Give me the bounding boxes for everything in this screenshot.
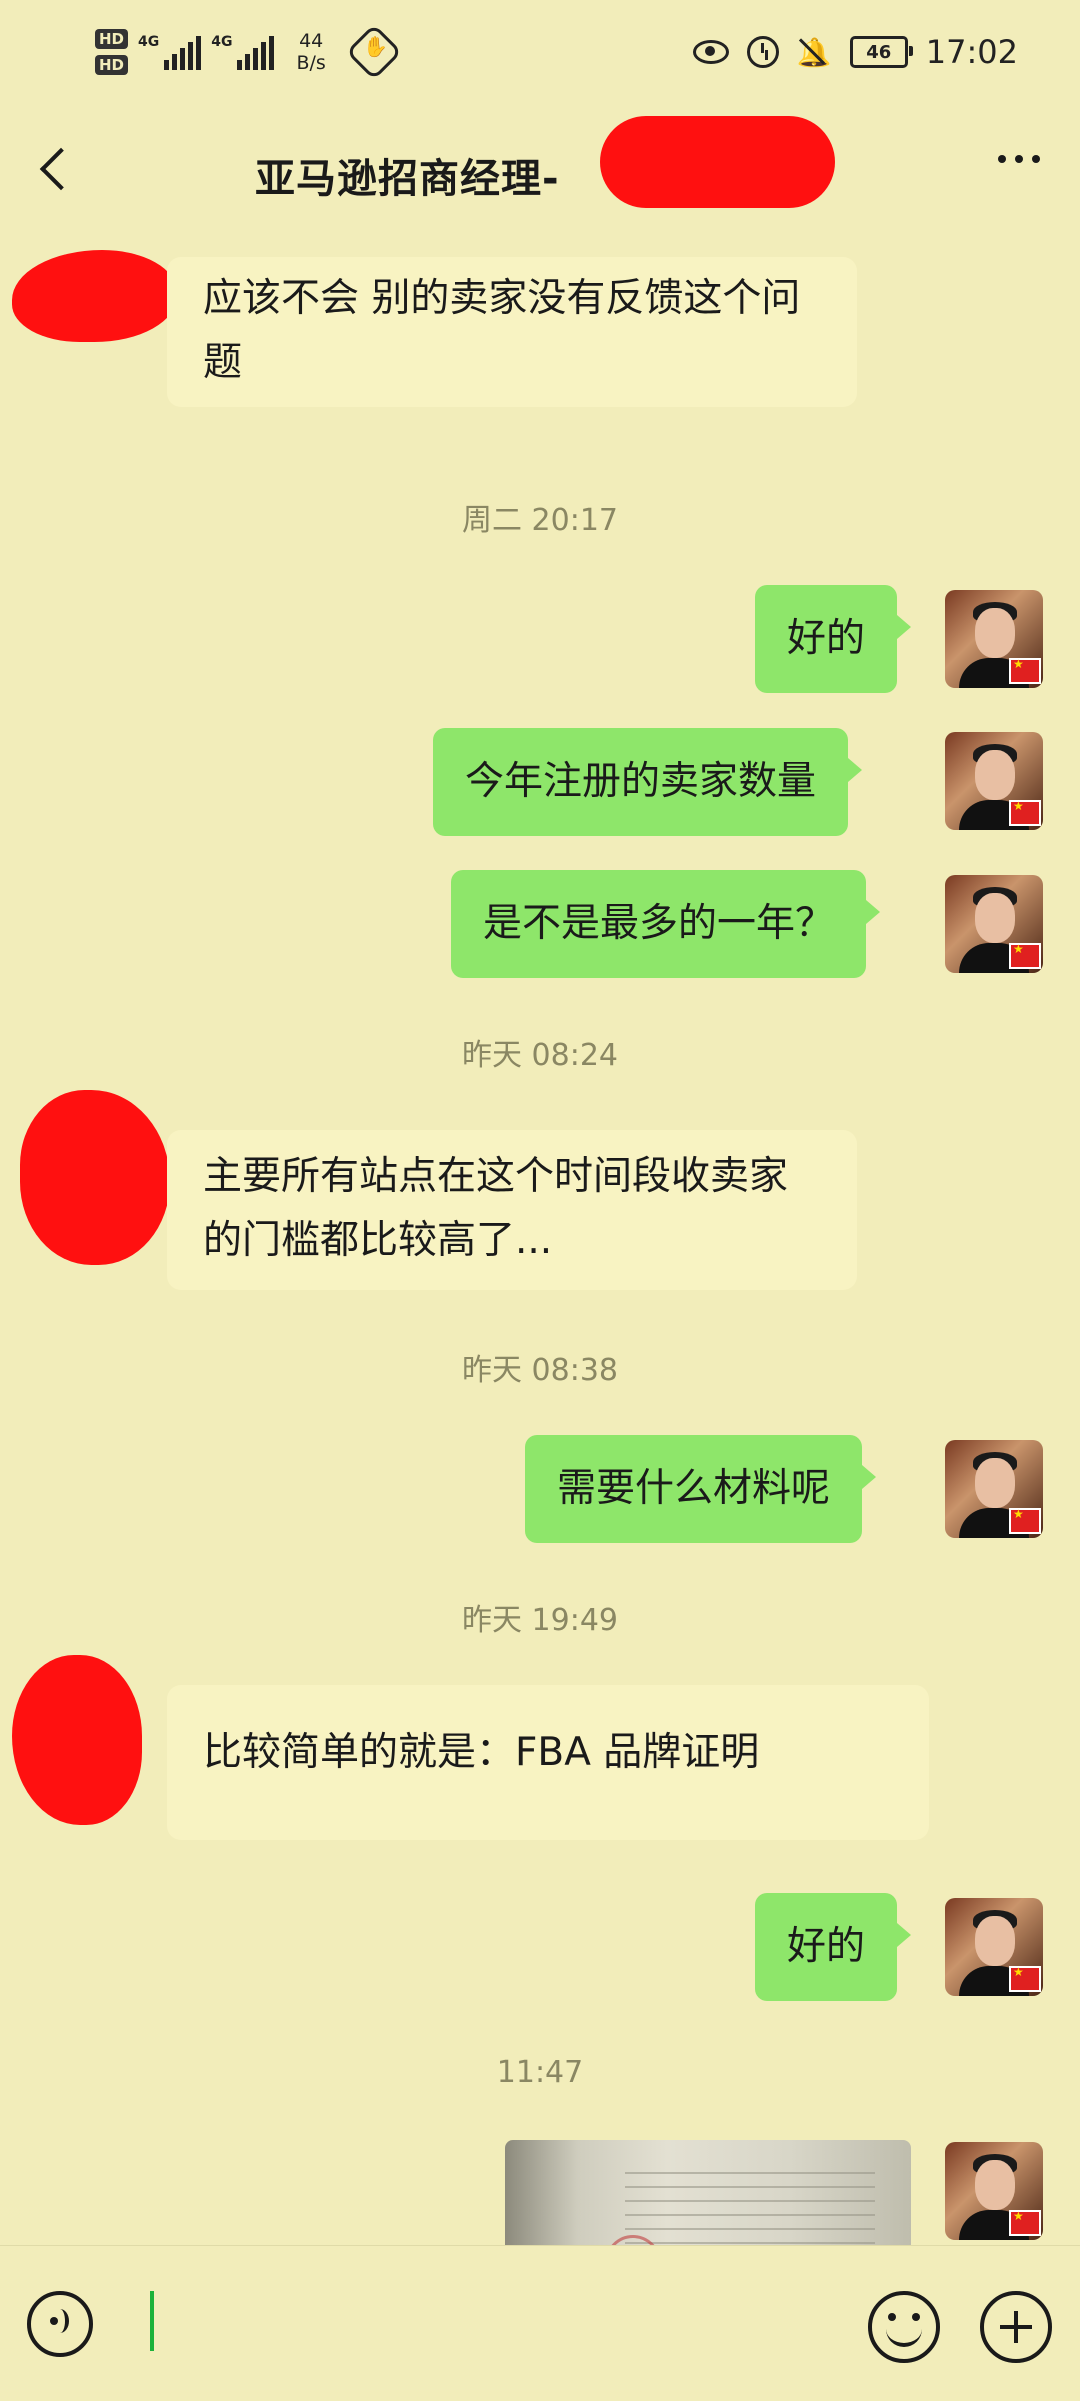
message-bubble-outgoing[interactable]: 今年注册的卖家数量 [433, 728, 863, 836]
message-text: 好的 [787, 616, 866, 661]
network-type-2: 4G [211, 34, 233, 50]
redaction-mark [600, 116, 835, 208]
message-bubble-incoming[interactable]: 应该不会 别的卖家没有反馈这个问 题 [167, 257, 857, 407]
timestamp: 昨天 19:49 [462, 1603, 618, 1638]
network-speed: 44 B/s [296, 30, 325, 74]
message-text: 是不是最多的一年？ [483, 901, 835, 946]
back-arrow-icon[interactable] [30, 140, 80, 200]
chat-title: 亚马逊招商经理- [255, 156, 560, 202]
avatar[interactable] [945, 590, 1043, 688]
avatar[interactable] [945, 1440, 1043, 1538]
timestamp: 周二 20:17 [462, 503, 618, 538]
status-bar: HD HD 4G 4G 44 B/s 🔔 46 17:02 [0, 0, 1080, 110]
avatar[interactable] [945, 1898, 1043, 1996]
message-text: 需要什么材料呢 [557, 1466, 831, 1511]
message-text: 今年注册的卖家数量 [465, 759, 817, 804]
message-bubble-outgoing[interactable]: 需要什么材料呢 [525, 1435, 877, 1543]
message-text: 的门槛都比较高了... [203, 1218, 553, 1263]
timestamp: 11:47 [496, 2055, 584, 2090]
redacted-avatar [12, 250, 177, 342]
message-text: 比较简单的就是：FBA 品牌证明 [203, 1730, 760, 1775]
status-right: 🔔 46 17:02 [692, 30, 1018, 74]
message-bubble-outgoing[interactable]: 是不是最多的一年？ [451, 870, 881, 978]
message-bubble-outgoing[interactable]: 好的 [755, 1893, 912, 2001]
more-options-icon[interactable] [998, 155, 1040, 163]
image-message[interactable] [505, 2140, 911, 2245]
message-text: 主要所有站点在这个时间段收卖家 [203, 1154, 789, 1199]
message-text: 好的 [787, 1924, 866, 1969]
message-bubble-incoming[interactable]: 主要所有站点在这个时间段收卖家 的门槛都比较高了... [167, 1130, 857, 1290]
message-input[interactable] [130, 2286, 850, 2366]
redacted-avatar [20, 1090, 170, 1265]
emoji-icon[interactable] [868, 2291, 940, 2363]
chat-header: 亚马逊招商经理- [0, 110, 1080, 230]
avatar[interactable] [945, 875, 1043, 973]
hand-stop-icon [345, 23, 403, 81]
hd-indicators: HD HD [95, 29, 129, 75]
battery-level: 46 [866, 41, 892, 63]
signal-icon-2: 4G [211, 34, 275, 70]
signal-icon-1: 4G [138, 34, 202, 70]
message-text: 题 [203, 340, 243, 385]
input-bar [0, 2245, 1080, 2401]
hd1-badge: HD [95, 29, 129, 49]
message-bubble-incoming[interactable]: 比较简单的就是：FBA 品牌证明 [167, 1685, 929, 1840]
message-list[interactable]: 应该不会 别的卖家没有反馈这个问 题 周二 20:17 好的 今年注册的卖家数量… [0, 230, 1080, 2245]
status-left: HD HD 4G 4G 44 B/s [95, 22, 403, 82]
mute-bell-icon: 🔔 [796, 35, 832, 69]
hd2-badge: HD [95, 55, 129, 75]
redacted-avatar [12, 1655, 142, 1825]
speed-value: 44 [299, 30, 324, 52]
network-type-1: 4G [138, 34, 160, 50]
avatar[interactable] [945, 732, 1043, 830]
avatar[interactable] [945, 2142, 1043, 2240]
timestamp: 昨天 08:24 [462, 1038, 618, 1073]
battery-icon: 46 [849, 36, 913, 68]
speed-unit: B/s [296, 52, 326, 74]
eye-icon [692, 40, 729, 64]
message-bubble-outgoing[interactable]: 好的 [755, 585, 912, 693]
alarm-icon [746, 36, 779, 68]
message-text: 应该不会 别的卖家没有反馈这个问 [203, 276, 801, 321]
timestamp: 昨天 08:38 [462, 1353, 618, 1388]
text-caret [150, 2291, 154, 2351]
clock-time: 17:02 [925, 33, 1018, 71]
plus-icon[interactable] [980, 2291, 1052, 2363]
voice-input-icon[interactable] [27, 2291, 93, 2357]
